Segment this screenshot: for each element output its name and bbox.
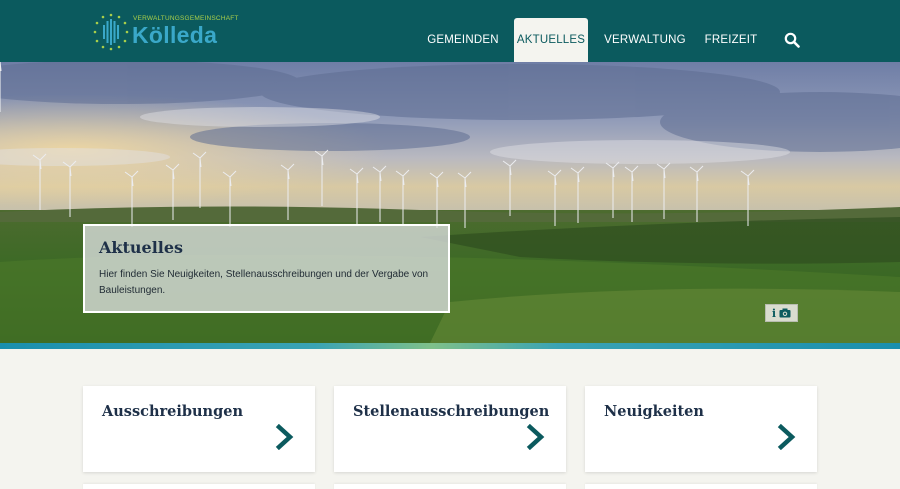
chevron-right-icon (526, 424, 545, 450)
logo-subtitle: VERWALTUNGSGEMEINSCHAFT (133, 15, 239, 22)
site-logo[interactable]: VERWALTUNGSGEMEINSCHAFT Kölleda (92, 12, 238, 52)
card-stellenausschreibungen[interactable]: Stellenausschreibungen (334, 386, 566, 472)
card-row-2-partial (83, 484, 315, 489)
info-icon: i (771, 306, 777, 320)
photo-info-badge[interactable]: i (765, 304, 798, 322)
nav-item-aktuelles[interactable]: AKTUELLES (514, 18, 588, 62)
hero-description: Hier finden Sie Neuigkeiten, Stellenauss… (99, 269, 429, 296)
logo-title: Kölleda (132, 22, 218, 48)
card-title: Ausschreibungen (102, 403, 243, 420)
chevron-right-icon (777, 424, 796, 450)
card-row-2-partial (585, 484, 817, 489)
color-stripe-divider (0, 343, 900, 349)
chevron-right-icon (275, 424, 294, 450)
site-header: VERWALTUNGSGEMEINSCHAFT Kölleda GEMEINDE… (0, 0, 900, 62)
nav-item-gemeinden[interactable]: GEMEINDEN (424, 18, 502, 62)
hero-title: Aktuelles (99, 238, 184, 257)
nav-item-freizeit[interactable]: FREIZEIT (701, 18, 761, 62)
card-ausschreibungen[interactable]: Ausschreibungen (83, 386, 315, 472)
card-neuigkeiten[interactable]: Neuigkeiten (585, 386, 817, 472)
search-icon[interactable] (784, 32, 800, 48)
hero-banner: Aktuelles Hier finden Sie Neuigkeiten, S… (0, 62, 900, 343)
nav-item-verwaltung[interactable]: VERWALTUNG (600, 18, 690, 62)
card-title: Stellenausschreibungen (353, 403, 550, 420)
card-row-2-partial (334, 484, 566, 489)
logo-icon (93, 13, 129, 51)
card-title: Neuigkeiten (604, 403, 704, 420)
camera-icon (779, 308, 791, 318)
hero-caption-box: Aktuelles Hier finden Sie Neuigkeiten, S… (83, 224, 450, 313)
